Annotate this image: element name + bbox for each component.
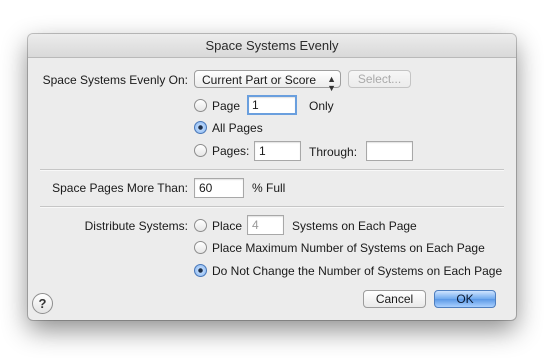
radio-all-pages[interactable] xyxy=(194,121,207,134)
space-on-popup[interactable]: Current Part or Score ▲ ▼ xyxy=(194,70,341,93)
place-max-label: Place Maximum Number of Systems on Each … xyxy=(212,241,485,255)
select-button[interactable]: Select... xyxy=(348,70,411,88)
radio-place-max[interactable] xyxy=(194,241,207,254)
place-count-field[interactable]: 4 xyxy=(247,215,284,235)
radio-no-change[interactable] xyxy=(194,264,207,277)
page-number-field[interactable]: 1 xyxy=(247,95,297,115)
pages-through-field[interactable] xyxy=(366,141,413,161)
separator xyxy=(40,169,504,171)
cancel-button[interactable]: Cancel xyxy=(363,290,426,308)
pages-range-label: Pages: xyxy=(212,144,250,158)
space-on-popup-value: Current Part or Score xyxy=(202,73,317,87)
space-on-label: Space Systems Evenly On: xyxy=(42,73,188,87)
only-label: Only xyxy=(309,99,334,113)
help-button[interactable]: ? xyxy=(32,293,53,314)
place-label: Place xyxy=(212,219,243,233)
page-radio-label: Page xyxy=(212,99,241,113)
radio-place[interactable] xyxy=(194,219,207,232)
space-more-label: Space Pages More Than: xyxy=(52,181,188,195)
space-more-field[interactable]: 60 xyxy=(194,178,244,198)
radio-pages-range[interactable] xyxy=(194,144,207,157)
separator xyxy=(40,206,504,208)
no-change-label: Do Not Change the Number of Systems on E… xyxy=(212,264,503,278)
all-pages-label: All Pages xyxy=(212,121,263,135)
pages-from-field[interactable]: 1 xyxy=(254,141,301,161)
radio-page[interactable] xyxy=(194,99,207,112)
ok-button[interactable]: OK xyxy=(434,290,496,308)
through-label: Through: xyxy=(309,145,358,159)
distribute-label: Distribute Systems: xyxy=(84,219,188,233)
help-icon: ? xyxy=(38,296,47,311)
dialog-title: Space Systems Evenly xyxy=(28,34,516,58)
space-systems-dialog: Space Systems Evenly Space Systems Evenl… xyxy=(28,34,516,320)
systems-each-label: Systems on Each Page xyxy=(292,219,417,233)
percent-full-label: % Full xyxy=(252,181,286,195)
